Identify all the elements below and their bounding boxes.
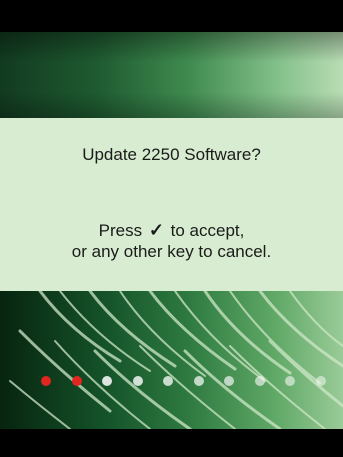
progress-indicator (0, 376, 343, 388)
progress-dot-complete (41, 376, 51, 386)
header-gradient-band (0, 32, 343, 118)
progress-dot-pending (102, 376, 112, 386)
dialog-title: Update 2250 Software? (82, 145, 261, 164)
decorative-grass-art (0, 291, 343, 429)
progress-dot-pending (315, 376, 326, 386)
grass-streaks-graphic (9, 291, 343, 429)
update-dialog: Update 2250 Software? Press ✓ to accept,… (0, 118, 343, 291)
progress-dot-pending (285, 376, 295, 386)
accept-instruction: Press ✓ to accept, (0, 220, 343, 241)
progress-dot-pending (254, 376, 265, 386)
top-black-bar (0, 0, 343, 32)
progress-dot-complete (71, 376, 82, 386)
accept-suffix: to accept, (170, 221, 245, 240)
check-icon: ✓ (148, 220, 164, 240)
device-screen: Update 2250 Software? Press ✓ to accept,… (0, 0, 343, 457)
progress-dot-pending (193, 376, 204, 386)
progress-dot-pending (224, 376, 234, 386)
progress-dot-pending (132, 376, 143, 386)
cancel-instruction: or any other key to cancel. (71, 242, 272, 261)
progress-dot-pending (163, 376, 173, 386)
bottom-black-bar (0, 429, 343, 457)
accept-prefix: Press (98, 221, 143, 240)
